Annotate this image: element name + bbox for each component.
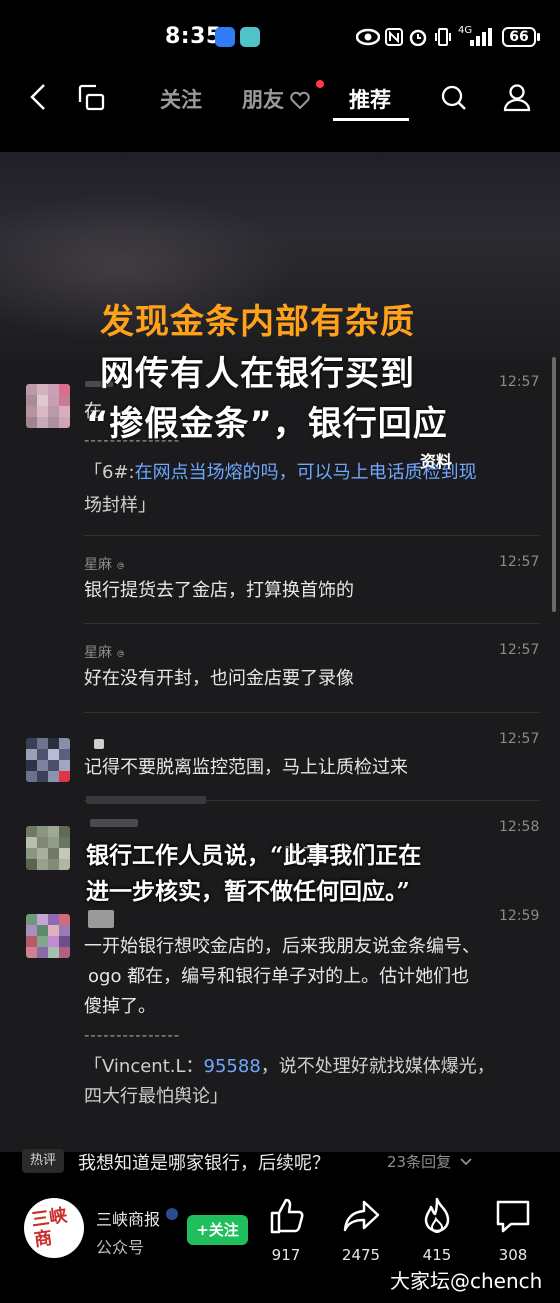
nfc-icon xyxy=(385,28,403,46)
app-notification-icon xyxy=(215,27,235,47)
video-player[interactable]: 12:57 在 --------------- 「6#:在网点当场熔的吗，可以马… xyxy=(0,152,560,1152)
video-title-line2: 网传有人在银行买到 xyxy=(100,354,415,394)
hot-comment-text[interactable]: 我想知道是哪家银行，后续呢？ xyxy=(78,1149,330,1175)
comment-separator xyxy=(84,623,539,624)
comment-separator xyxy=(84,712,539,713)
comment-username: 星麻 ဇ xyxy=(84,645,125,661)
chevron-down-icon xyxy=(460,1158,472,1166)
reply-count-label: 23条回复 xyxy=(387,1153,452,1171)
tab-recommend[interactable]: 推荐 xyxy=(349,84,391,114)
notification-dot xyxy=(316,80,324,88)
heart-icon xyxy=(290,91,310,110)
quoted-reply-line2: 场封样」 xyxy=(84,495,156,516)
video-title-line3: “掺假金条”，银行回应 xyxy=(86,404,448,444)
comment-time: 12:57 xyxy=(499,374,540,390)
battery-indicator: 66 xyxy=(502,27,536,47)
flame-icon[interactable] xyxy=(417,1196,457,1236)
comment-text-line2: ogo 都在，编号和银行单子对的上。估计她们也 xyxy=(88,966,470,987)
video-caption-line1: 银行工作人员说，“此事我们正在 xyxy=(86,842,422,869)
comment-text: 好在没有开封，也问金店要了录像 xyxy=(84,668,354,689)
blurred-text xyxy=(86,796,206,804)
blurred-username xyxy=(94,739,104,749)
comment-text: 记得不要脱离监控范围，马上让质检过来 xyxy=(84,757,408,778)
comment-separator xyxy=(84,535,539,536)
quote-divider: --------------- xyxy=(84,1026,181,1044)
quoted-reply: 「6#:在网点当场熔的吗，可以马上电话质检到现 xyxy=(84,458,477,488)
verified-badge-icon xyxy=(166,1208,178,1220)
comment-count: 308 xyxy=(498,1246,528,1264)
video-caption: 银行工作人员说，“此事我们正在 进一步核实，暂不做任何回应。” xyxy=(86,838,421,910)
quote-prefix: 「Vincent.L： xyxy=(84,1056,204,1077)
share-count: 2475 xyxy=(341,1246,381,1264)
comment-time: 12:58 xyxy=(499,819,540,835)
eye-icon xyxy=(356,28,380,46)
search-icon[interactable] xyxy=(440,84,468,112)
author-name[interactable]: 三峡商报 xyxy=(96,1206,160,1230)
avatar xyxy=(26,826,70,870)
comment-text-line3: 傻掉了。 xyxy=(84,996,156,1017)
video-title-headline: 发现金条内部有杂质 xyxy=(100,302,415,342)
hot-count: 415 xyxy=(422,1246,452,1264)
weather-notification-icon xyxy=(240,27,260,47)
blurred-username xyxy=(90,819,138,827)
quoted-reply: 「Vincent.L：95588，说不处理好就找媒体爆光， xyxy=(84,1052,495,1082)
reply-count-link[interactable]: 23条回复 xyxy=(387,1151,472,1172)
tab-follow[interactable]: 关注 xyxy=(160,84,202,114)
comment-time: 12:57 xyxy=(499,554,540,570)
author-avatar[interactable]: 三峡商 xyxy=(24,1198,84,1258)
comment-username: 星麻 ဇ xyxy=(84,557,125,573)
quote-prefix: 「6#: xyxy=(84,462,135,483)
watermark: 大家坛@chench xyxy=(390,1269,543,1293)
profile-icon[interactable] xyxy=(502,82,532,112)
comment-icon[interactable] xyxy=(493,1196,533,1236)
window-mode-icon[interactable] xyxy=(76,82,106,112)
like-count: 917 xyxy=(271,1246,301,1264)
like-icon[interactable] xyxy=(266,1196,306,1236)
comment-time: 12:57 xyxy=(499,642,540,658)
comment-text: 银行提货去了金店，打算换首饰的 xyxy=(84,580,354,601)
blurred-username xyxy=(88,910,114,928)
active-tab-indicator xyxy=(333,118,409,121)
status-time: 8:35 xyxy=(165,24,222,49)
comment-time: 12:57 xyxy=(499,731,540,747)
alarm-icon xyxy=(409,29,427,46)
quote-body: ，说不处理好就找媒体爆光， xyxy=(260,1056,495,1077)
share-icon[interactable] xyxy=(342,1196,382,1236)
video-caption-line2: 进一步核实，暂不做任何回应。” xyxy=(86,878,410,905)
author-avatar-logo: 三峡商 xyxy=(29,1205,69,1251)
signal-icon xyxy=(470,28,492,46)
quote-phone-number: 95588 xyxy=(203,1056,261,1077)
tab-friends[interactable]: 朋友 xyxy=(242,84,284,114)
hot-comment-badge: 热评 xyxy=(22,1149,64,1173)
battery-tip xyxy=(537,33,540,41)
back-icon[interactable] xyxy=(26,82,52,112)
avatar xyxy=(26,738,70,782)
avatar xyxy=(26,914,70,958)
comment-time: 12:59 xyxy=(499,908,540,924)
comments-scrollbar[interactable] xyxy=(552,357,556,612)
avatar xyxy=(26,384,70,428)
follow-button[interactable]: +关注 xyxy=(187,1215,248,1245)
vibrate-icon xyxy=(435,28,451,46)
quoted-reply-line2: 四大行最怕舆论」 xyxy=(84,1086,228,1107)
author-type: 公众号 xyxy=(96,1238,145,1257)
comment-text-line1: 一开始银行想咬金店的，后来我朋友说金条编号、 xyxy=(84,936,480,957)
source-label: 资料 xyxy=(420,452,453,471)
